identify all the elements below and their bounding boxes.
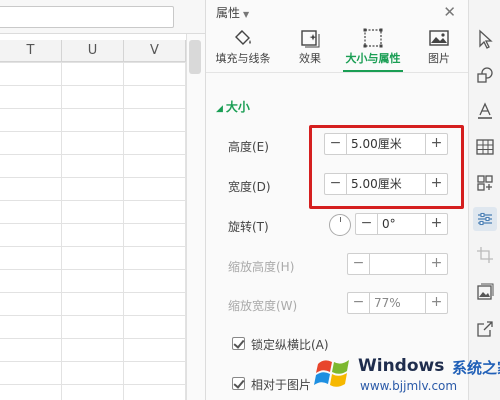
tab-label: 图片 — [428, 52, 450, 65]
section-title: 大小 — [225, 100, 250, 114]
decrease-button[interactable]: − — [356, 214, 378, 234]
increase-button[interactable]: + — [425, 214, 447, 234]
watermark-brand: Windows — [358, 356, 445, 376]
grid-line — [123, 62, 124, 400]
panel-tabs: 填充与线条 效果 大小与属性 图片 — [206, 24, 469, 72]
windows-logo-icon — [314, 360, 349, 387]
formula-input[interactable] — [0, 6, 174, 28]
scale-height-label: 缩放高度(H) — [228, 260, 295, 274]
tabs-divider — [206, 72, 469, 73]
column-header-t[interactable]: T — [0, 40, 62, 62]
size-frame-icon — [363, 28, 383, 48]
tab-label: 填充与线条 — [215, 52, 271, 65]
watermark: Windows 系统之家 www.bjjmlv.com — [300, 344, 500, 400]
column-label: U — [87, 43, 98, 58]
watermark-suffix: 系统之家 — [452, 359, 500, 377]
right-toolbar — [468, 0, 500, 400]
tab-label: 大小与属性 — [345, 52, 401, 65]
width-label: 宽度(D) — [228, 180, 271, 194]
rotate-stepper[interactable]: − 0° + — [355, 213, 448, 235]
share-icon[interactable] — [473, 317, 497, 341]
rotation-dial[interactable] — [329, 214, 351, 236]
rotate-label: 旋转(T) — [228, 220, 269, 234]
tab-picture[interactable]: 图片 — [417, 24, 461, 72]
image-gallery-icon[interactable] — [473, 281, 497, 305]
scale-width-stepper[interactable]: − 77% + — [347, 292, 448, 314]
collapse-triangle-icon: ◢ — [216, 104, 223, 114]
increase-button[interactable]: + — [425, 254, 447, 274]
text-style-icon[interactable] — [473, 99, 497, 123]
effects-icon — [301, 30, 320, 48]
picture-icon — [429, 30, 449, 46]
grid-apps-icon[interactable] — [473, 171, 497, 195]
watermark-url: www.bjjmlv.com — [360, 379, 458, 393]
scale-height-stepper[interactable]: − + — [347, 253, 448, 275]
scrollbar-thumb[interactable] — [189, 40, 201, 74]
tab-fill-and-line[interactable]: 填充与线条 — [210, 24, 276, 72]
spreadsheet-area: T U V — [0, 0, 205, 400]
vertical-scrollbar[interactable] — [186, 34, 205, 400]
column-header-u[interactable]: U — [62, 40, 124, 62]
grid-line — [61, 62, 62, 400]
panel-title[interactable]: 属性 ▼ — [216, 4, 249, 21]
increase-button[interactable]: + — [425, 293, 447, 313]
rotate-input[interactable]: 0° — [378, 214, 425, 234]
panel-title-text: 属性 — [216, 6, 241, 20]
cell-grid[interactable] — [0, 62, 205, 400]
column-label: T — [26, 43, 35, 58]
table-icon[interactable] — [473, 135, 497, 159]
scale-height-input[interactable] — [370, 254, 425, 274]
decrease-button[interactable]: − — [348, 293, 370, 313]
sliders-icon[interactable] — [473, 207, 497, 231]
caret-down-icon: ▼ — [243, 10, 250, 19]
scale-width-label: 缩放宽度(W) — [228, 299, 298, 313]
relative-checkbox[interactable] — [232, 377, 245, 390]
height-label: 高度(E) — [228, 140, 269, 154]
tab-size-and-properties[interactable]: 大小与属性 — [339, 24, 407, 72]
fill-bucket-icon — [235, 30, 251, 45]
scale-width-input[interactable]: 77% — [370, 293, 425, 313]
highlight-box — [309, 125, 464, 209]
shapes-icon[interactable] — [473, 63, 497, 87]
formula-bar — [0, 0, 205, 34]
decrease-button[interactable]: − — [348, 254, 370, 274]
tab-label: 效果 — [299, 52, 321, 65]
lock-ratio-checkbox[interactable] — [232, 337, 245, 350]
column-header-v[interactable]: V — [124, 40, 186, 62]
column-label: V — [150, 43, 159, 58]
section-size-header[interactable]: ◢ 大小 — [216, 98, 250, 115]
tab-effects[interactable]: 效果 — [288, 24, 332, 72]
property-panel: 属性 ▼ ✕ 填充与线条 效果 大小与属性 图片 ◢ 大小 高度(E) − 5.… — [205, 0, 469, 400]
cursor-icon[interactable] — [473, 27, 497, 51]
close-icon[interactable]: ✕ — [443, 3, 456, 21]
crop-icon[interactable] — [473, 243, 497, 267]
